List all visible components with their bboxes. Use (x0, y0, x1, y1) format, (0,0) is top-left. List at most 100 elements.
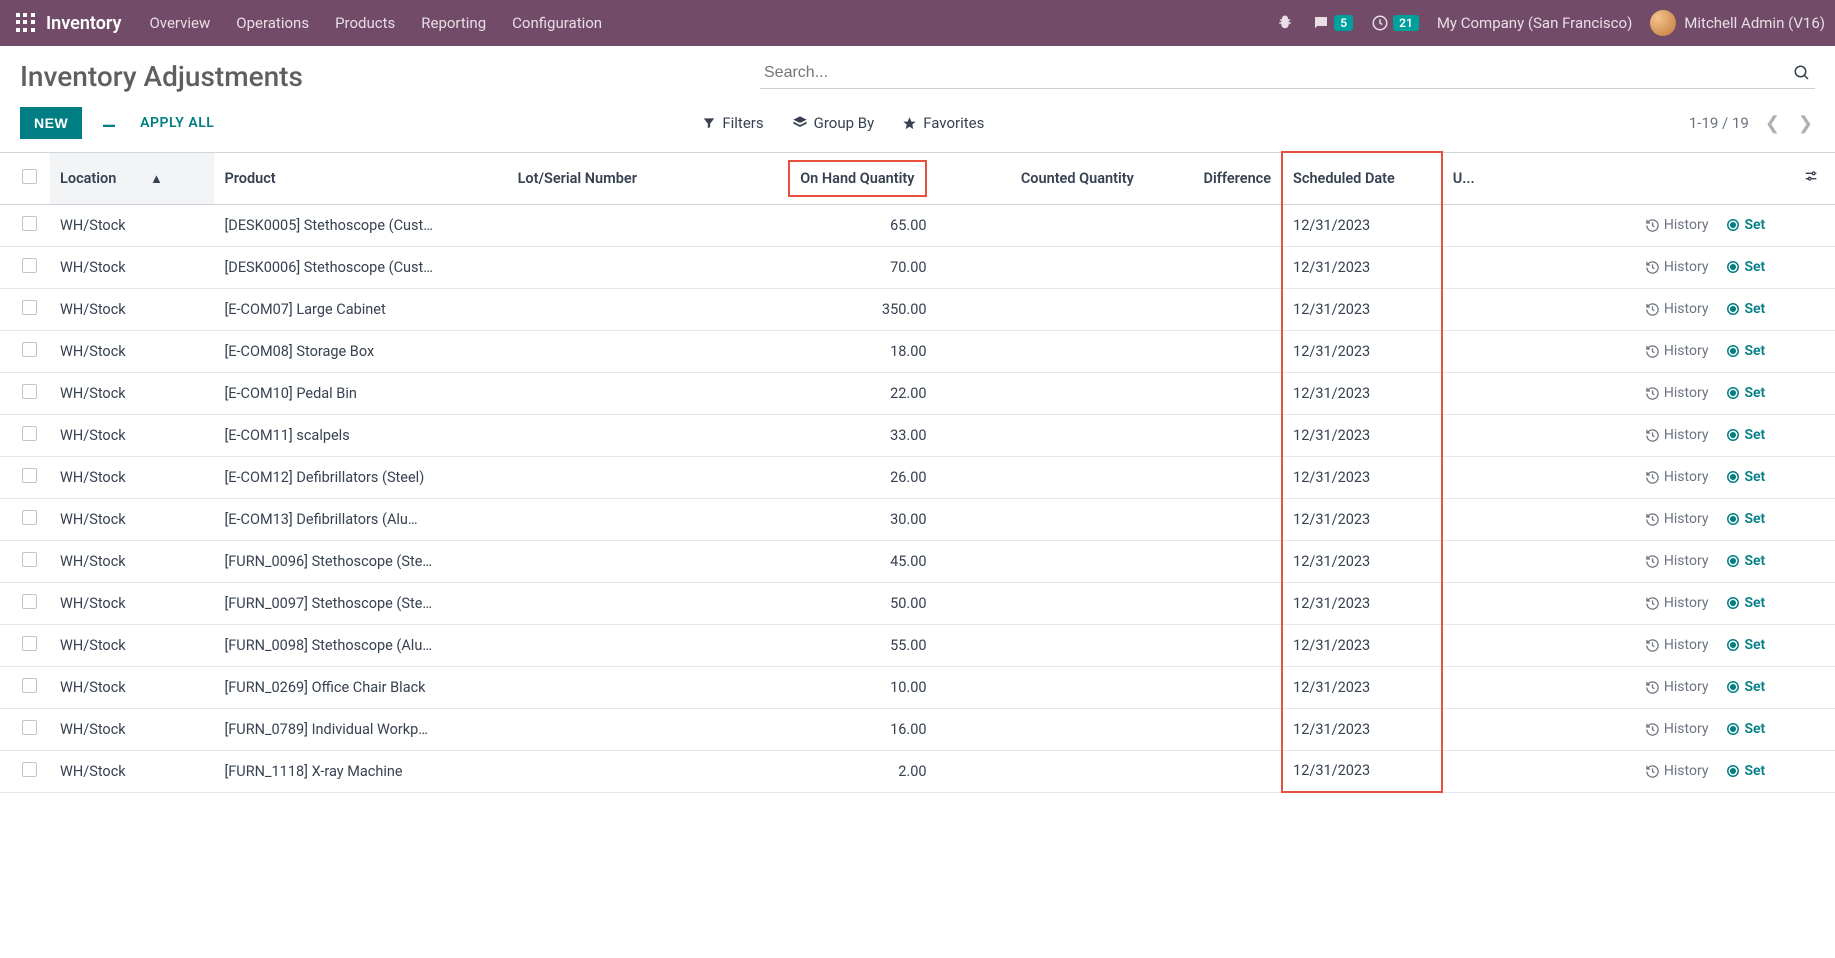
cell-user[interactable] (1442, 330, 1502, 372)
cell-onhand[interactable]: 18.00 (746, 330, 937, 372)
cell-counted[interactable] (937, 750, 1144, 792)
row-checkbox[interactable] (22, 762, 37, 777)
col-header-difference[interactable]: Difference (1144, 152, 1282, 204)
cell-lot[interactable] (508, 624, 746, 666)
cell-product[interactable]: [FURN_0098] Stethoscope (Alu… (214, 624, 507, 666)
history-button[interactable]: History (1645, 637, 1709, 653)
col-header-user[interactable]: U... (1442, 152, 1502, 204)
cell-product[interactable]: [FURN_0269] Office Chair Black (214, 666, 507, 708)
groupby-button[interactable]: Group By (792, 114, 875, 132)
history-button[interactable]: History (1645, 427, 1709, 443)
set-button[interactable]: Set (1726, 511, 1765, 527)
cell-location[interactable]: WH/Stock (50, 372, 214, 414)
set-button[interactable]: Set (1726, 469, 1765, 485)
cell-lot[interactable] (508, 456, 746, 498)
cell-counted[interactable] (937, 372, 1144, 414)
cell-counted[interactable] (937, 246, 1144, 288)
apply-all-button[interactable]: APPLY ALL (140, 115, 214, 131)
nav-overview[interactable]: Overview (149, 14, 210, 32)
table-row[interactable]: WH/Stock [E-COM08] Storage Box 18.00 12/… (0, 330, 1835, 372)
cell-scheduled[interactable]: 12/31/2023 (1282, 288, 1442, 330)
table-row[interactable]: WH/Stock [E-COM13] Defibrillators (Alu… … (0, 498, 1835, 540)
cell-lot[interactable] (508, 582, 746, 624)
cell-counted[interactable] (937, 624, 1144, 666)
row-checkbox[interactable] (22, 594, 37, 609)
cell-product[interactable]: [FURN_0096] Stethoscope (Ste… (214, 540, 507, 582)
cell-location[interactable]: WH/Stock (50, 414, 214, 456)
table-row[interactable]: WH/Stock [DESK0006] Stethoscope (Cust… 7… (0, 246, 1835, 288)
search-bar[interactable] (760, 60, 1815, 89)
history-button[interactable]: History (1645, 721, 1709, 737)
cell-counted[interactable] (937, 414, 1144, 456)
cell-product[interactable]: [E-COM11] scalpels (214, 414, 507, 456)
user-menu[interactable]: Mitchell Admin (V16) (1650, 10, 1825, 36)
pager-text[interactable]: 1-19 / 19 (1689, 114, 1749, 132)
history-button[interactable]: History (1645, 553, 1709, 569)
cell-product[interactable]: [E-COM07] Large Cabinet (214, 288, 507, 330)
cell-counted[interactable] (937, 540, 1144, 582)
table-row[interactable]: WH/Stock [E-COM10] Pedal Bin 22.00 12/31… (0, 372, 1835, 414)
cell-scheduled[interactable]: 12/31/2023 (1282, 204, 1442, 246)
cell-user[interactable] (1442, 666, 1502, 708)
debug-icon[interactable] (1276, 14, 1294, 32)
cell-scheduled[interactable]: 12/31/2023 (1282, 498, 1442, 540)
pager-prev[interactable]: ❮ (1763, 113, 1782, 134)
cell-location[interactable]: WH/Stock (50, 708, 214, 750)
cell-user[interactable] (1442, 372, 1502, 414)
set-button[interactable]: Set (1726, 763, 1765, 779)
cell-location[interactable]: WH/Stock (50, 498, 214, 540)
table-row[interactable]: WH/Stock [FURN_0096] Stethoscope (Ste… 4… (0, 540, 1835, 582)
history-button[interactable]: History (1645, 343, 1709, 359)
cell-counted[interactable] (937, 498, 1144, 540)
table-row[interactable]: WH/Stock [FURN_0097] Stethoscope (Ste… 5… (0, 582, 1835, 624)
cell-location[interactable]: WH/Stock (50, 246, 214, 288)
cell-user[interactable] (1442, 624, 1502, 666)
history-button[interactable]: History (1645, 259, 1709, 275)
cell-counted[interactable] (937, 288, 1144, 330)
row-checkbox[interactable] (22, 720, 37, 735)
cell-lot[interactable] (508, 246, 746, 288)
nav-configuration[interactable]: Configuration (512, 14, 602, 32)
nav-reporting[interactable]: Reporting (421, 14, 486, 32)
nav-operations[interactable]: Operations (236, 14, 309, 32)
search-icon[interactable] (1793, 64, 1811, 82)
cell-location[interactable]: WH/Stock (50, 288, 214, 330)
cell-onhand[interactable]: 45.00 (746, 540, 937, 582)
cell-user[interactable] (1442, 288, 1502, 330)
cell-counted[interactable] (937, 666, 1144, 708)
row-checkbox[interactable] (22, 552, 37, 567)
table-row[interactable]: WH/Stock [E-COM11] scalpels 33.00 12/31/… (0, 414, 1835, 456)
cell-lot[interactable] (508, 540, 746, 582)
cell-scheduled[interactable]: 12/31/2023 (1282, 540, 1442, 582)
export-button[interactable] (100, 112, 118, 135)
col-header-onhand[interactable]: On Hand Quantity (746, 152, 937, 204)
set-button[interactable]: Set (1726, 679, 1765, 695)
cell-lot[interactable] (508, 204, 746, 246)
cell-onhand[interactable]: 350.00 (746, 288, 937, 330)
set-button[interactable]: Set (1726, 721, 1765, 737)
table-row[interactable]: WH/Stock [FURN_0789] Individual Workp… 1… (0, 708, 1835, 750)
cell-location[interactable]: WH/Stock (50, 540, 214, 582)
cell-scheduled[interactable]: 12/31/2023 (1282, 414, 1442, 456)
history-button[interactable]: History (1645, 385, 1709, 401)
cell-lot[interactable] (508, 414, 746, 456)
new-button[interactable]: NEW (20, 107, 82, 139)
cell-counted[interactable] (937, 456, 1144, 498)
app-name[interactable]: Inventory (46, 13, 121, 34)
cell-scheduled[interactable]: 12/31/2023 (1282, 708, 1442, 750)
col-header-location[interactable]: Location ▲ (50, 152, 214, 204)
col-header-product[interactable]: Product (214, 152, 507, 204)
history-button[interactable]: History (1645, 679, 1709, 695)
row-checkbox[interactable] (22, 342, 37, 357)
cell-lot[interactable] (508, 708, 746, 750)
cell-product[interactable]: [E-COM13] Defibrillators (Alu… (214, 498, 507, 540)
cell-onhand[interactable]: 55.00 (746, 624, 937, 666)
row-checkbox[interactable] (22, 468, 37, 483)
cell-counted[interactable] (937, 330, 1144, 372)
cell-product[interactable]: [DESK0006] Stethoscope (Cust… (214, 246, 507, 288)
cell-scheduled[interactable]: 12/31/2023 (1282, 624, 1442, 666)
cell-onhand[interactable]: 30.00 (746, 498, 937, 540)
set-button[interactable]: Set (1726, 343, 1765, 359)
cell-onhand[interactable]: 50.00 (746, 582, 937, 624)
row-checkbox[interactable] (22, 300, 37, 315)
